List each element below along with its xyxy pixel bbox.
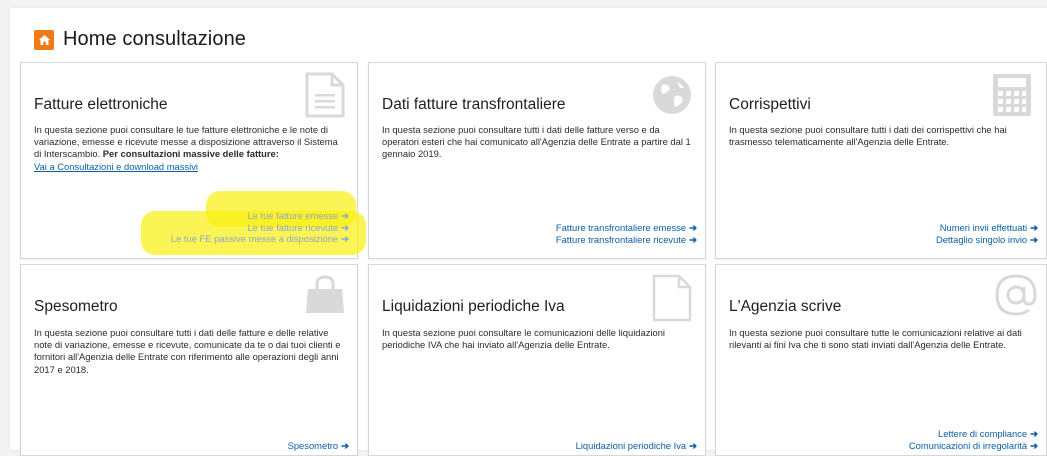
- link-fatture-ricevute[interactable]: Le tue fatture ricevute ➔: [171, 222, 349, 234]
- card-spesometro: Spesometro In questa sezione puoi consul…: [20, 264, 358, 456]
- arrow-right-icon: ➔: [341, 221, 349, 233]
- massive-download-link[interactable]: Vai a Consultazioni e download massivi: [34, 161, 198, 172]
- link-numeri-invii[interactable]: Numeri invii effettuati ➔: [936, 222, 1038, 234]
- card-title: L'Agenzia scrive: [729, 298, 842, 315]
- link-label: Comunicazioni di irregolarità: [908, 439, 1028, 451]
- link-label: Le tue FE passive messe a disposizione: [170, 233, 339, 244]
- card-title: Dati fatture transfrontaliere: [382, 96, 566, 113]
- card-description: In questa sezione puoi consultare tutti …: [382, 124, 691, 160]
- link-label: Fatture transfrontaliere ricevute: [555, 233, 687, 245]
- link-transfrontaliere-emesse[interactable]: Fatture transfrontaliere emesse ➔: [556, 222, 697, 234]
- card-fatture-transfrontaliere: Dati fatture transfrontaliere In questa …: [368, 62, 706, 259]
- page-header: Home consultazione: [34, 28, 246, 51]
- arrow-right-icon: ➔: [689, 440, 697, 451]
- arrow-right-icon: ➔: [341, 210, 349, 221]
- blank-document-icon: [652, 274, 692, 322]
- link-label: Spesometro: [287, 440, 339, 451]
- link-label: Dettaglio singolo invio: [935, 233, 1028, 245]
- link-label: Le tue fatture emesse: [247, 210, 339, 221]
- card-links: Fatture transfrontaliere emesse ➔ Fatture…: [556, 222, 697, 245]
- card-agenzia-scrive: L'Agenzia scrive In questa sezione puoi …: [715, 264, 1047, 456]
- card-liquidazioni: Liquidazioni periodiche Iva In questa se…: [368, 264, 706, 456]
- globe-icon: [653, 76, 691, 114]
- link-dettaglio-invio[interactable]: Dettaglio singolo invio ➔: [936, 234, 1038, 246]
- card-links: Numeri invii effettuati ➔ Dettaglio singo…: [936, 222, 1038, 245]
- link-label: Le tue fatture ricevute: [247, 221, 339, 233]
- arrow-right-icon: ➔: [1030, 439, 1038, 451]
- calculator-icon: [993, 74, 1031, 116]
- arrow-right-icon: ➔: [1030, 222, 1038, 233]
- arrow-right-icon: ➔: [689, 233, 697, 245]
- link-fatture-emesse[interactable]: Le tue fatture emesse ➔: [171, 210, 349, 222]
- link-comunicazioni-irregolarita[interactable]: Comunicazioni di irregolarità ➔: [909, 440, 1038, 452]
- link-transfrontaliere-ricevute[interactable]: Fatture transfrontaliere ricevute ➔: [556, 234, 697, 246]
- shopping-bag-icon: [306, 275, 344, 313]
- card-description: In questa sezione puoi consultare le tue…: [34, 124, 346, 173]
- link-label: Numeri invii effettuati: [939, 222, 1028, 233]
- arrow-right-icon: ➔: [1030, 428, 1038, 439]
- link-lettere-compliance[interactable]: Lettere di compliance ➔: [909, 428, 1038, 440]
- card-title: Corrispettivi: [729, 96, 811, 113]
- card-description: In questa sezione puoi consultare tutti …: [729, 124, 1007, 148]
- link-fe-passive[interactable]: Le tue FE passive messe a disposizione ➔: [171, 233, 349, 245]
- arrow-right-icon: ➔: [341, 233, 349, 244]
- link-label: Lettere di compliance: [938, 428, 1028, 439]
- card-corrispettivi: Corrispettivi In questa sezione puoi con…: [715, 62, 1047, 259]
- card-title: Fatture elettroniche: [34, 96, 168, 113]
- document-icon: [305, 72, 345, 118]
- arrow-right-icon: ➔: [1030, 233, 1038, 245]
- card-title: Liquidazioni periodiche Iva: [382, 298, 565, 315]
- card-description: In questa sezione puoi consultare tutti …: [34, 327, 341, 375]
- link-label: Liquidazioni periodiche Iva: [575, 440, 687, 451]
- card-fatture-elettroniche: Fatture elettroniche In questa sezione p…: [20, 62, 366, 259]
- card-links: Le tue fatture emesse ➔ Le tue fatture ri…: [171, 210, 349, 245]
- page-container: Home consultazione Fatture elettroniche …: [10, 8, 1047, 456]
- at-sign-icon: [995, 274, 1037, 316]
- page-title: Home consultazione: [63, 28, 247, 50]
- card-links: Lettere di compliance ➔ Comunicazioni di …: [909, 428, 1038, 451]
- link-label: Fatture transfrontaliere emesse: [555, 222, 687, 233]
- massive-download-note: Per consultazioni massive delle fatture:: [102, 148, 279, 160]
- home-icon[interactable]: [34, 29, 54, 50]
- arrow-right-icon: ➔: [689, 222, 697, 233]
- arrow-right-icon: ➔: [341, 440, 349, 451]
- card-title: Spesometro: [34, 298, 118, 315]
- card-description: In questa sezione puoi consultare tutte …: [729, 327, 1022, 351]
- card-description: In questa sezione puoi consultare le com…: [382, 327, 665, 351]
